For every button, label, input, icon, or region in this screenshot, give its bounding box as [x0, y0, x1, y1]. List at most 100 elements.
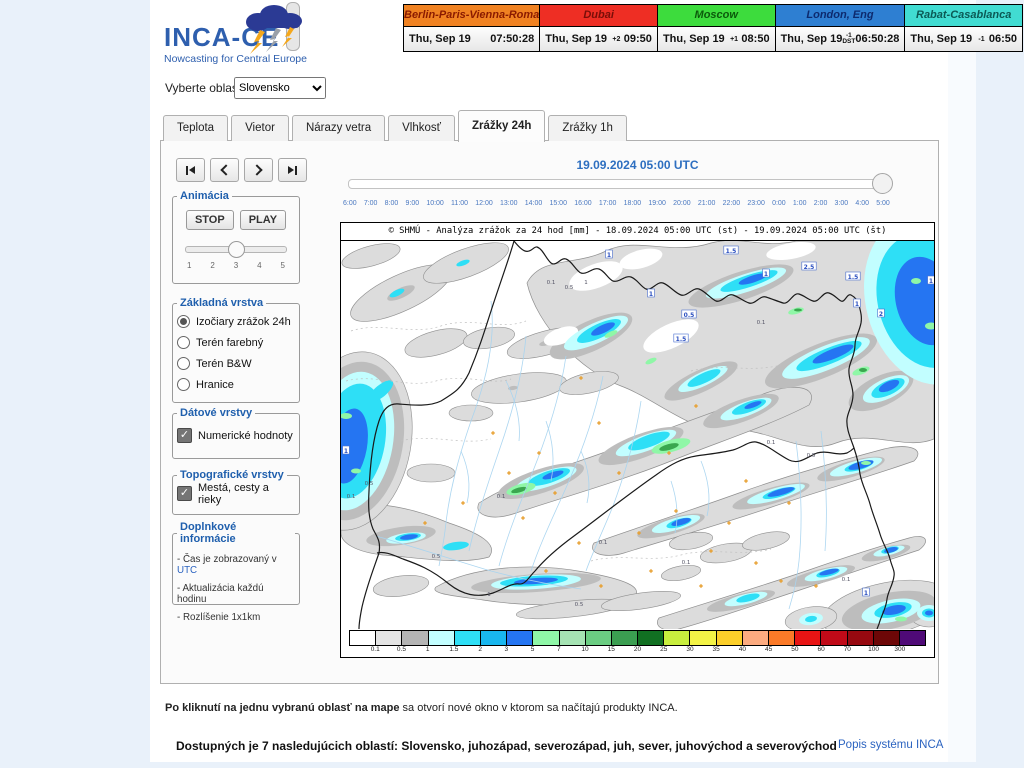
precipitation-map[interactable]: © SHMÚ - Analýza zrážok za 24 hod [mm] -… [340, 222, 935, 658]
colorbar-label: 70 [844, 646, 851, 653]
svg-text:0.5: 0.5 [575, 602, 584, 608]
timeline-tick: 16:00 [574, 200, 592, 207]
radio-button[interactable] [177, 357, 190, 370]
colorbar-cell [559, 631, 585, 645]
colorbar-label: 2 [478, 646, 482, 653]
colorbar-label: 0.5 [397, 646, 406, 653]
colorbar-label: 45 [765, 646, 772, 653]
tab-teplota[interactable]: Teplota [163, 115, 228, 141]
timeline-tick: 4:00 [855, 200, 869, 207]
colorbar-label: 30 [686, 646, 693, 653]
speed-tick: 2 [210, 261, 214, 270]
storm-cloud-icon [236, 2, 308, 56]
info-line-resolution: - Rozlíšenie 1x1km [177, 612, 295, 623]
timeline-slider-handle[interactable] [872, 173, 893, 194]
data-layers-fieldset: Dátové vrstvy ✓Numerické hodnoty [172, 407, 300, 459]
tab-zr-ky-1h[interactable]: Zrážky 1h [548, 115, 627, 141]
colorbar-cell [375, 631, 401, 645]
clock-city-name: London, Eng [776, 5, 905, 27]
info-legend: Doplnkové informácie [177, 521, 295, 545]
option-label: Mestá, cesty a rieky [198, 482, 295, 506]
clock-city-name: Berlin-Paris-Vienna-Roma [404, 5, 539, 27]
svg-text:0.5: 0.5 [365, 481, 374, 487]
colorbar-cell [873, 631, 899, 645]
last-frame-icon [288, 166, 294, 174]
colorbar-label: 60 [817, 646, 824, 653]
region-select[interactable]: Slovensko [234, 77, 326, 99]
radio-button[interactable] [177, 336, 190, 349]
radio-izo-iary-zr-ok-24h[interactable]: Izočiary zrážok 24h [177, 311, 295, 332]
timeline-tick: 5:00 [876, 200, 890, 207]
svg-text:0.1: 0.1 [547, 280, 556, 286]
colorbar-cell [899, 631, 925, 645]
svg-text:0.1: 0.1 [599, 540, 608, 546]
first-frame-button[interactable] [176, 158, 205, 182]
stop-button[interactable]: STOP [186, 210, 234, 230]
colorbar-cell [480, 631, 506, 645]
checkbox-mest-cesty-a-rieky[interactable]: ✓ Mestá, cesty a rieky [177, 483, 295, 504]
info-line-update: - Aktualizácia každú hodinu [177, 583, 295, 605]
colorbar-cell [689, 631, 715, 645]
radio-button[interactable] [177, 315, 190, 328]
colorbar-label: 100 [868, 646, 879, 653]
svg-text:0.1: 0.1 [682, 560, 691, 566]
colorbar-cell [350, 631, 375, 645]
speed-slider-track[interactable] [185, 246, 287, 253]
info-line-utc: - Čas je zobrazovaný v UTC [177, 554, 295, 576]
animation-fieldset: Animácia STOP PLAY 12345 [172, 190, 300, 284]
speed-slider-handle[interactable] [228, 241, 245, 258]
colorbar-label: 1.5 [449, 646, 458, 653]
colorbar-label: 300 [894, 646, 905, 653]
svg-text:1: 1 [929, 278, 933, 285]
tab-zr-ky-24h[interactable]: Zrážky 24h [458, 110, 545, 142]
tab-n-razy-vetra[interactable]: Nárazy vetra [292, 115, 385, 141]
play-button[interactable]: PLAY [240, 210, 286, 230]
svg-text:0.5: 0.5 [807, 453, 816, 459]
svg-text:0.1: 0.1 [757, 320, 766, 326]
svg-text:0.5: 0.5 [432, 554, 441, 560]
speed-tick: 3 [234, 261, 238, 270]
radio-hranice[interactable]: Hranice [177, 374, 295, 395]
system-description-link[interactable]: Popis systému INCA [838, 739, 943, 751]
timeline-slider-track[interactable] [348, 179, 888, 189]
timeline-tick: 22:00 [723, 200, 741, 207]
svg-text:1: 1 [649, 291, 653, 298]
checkbox-numerick-hodnoty[interactable]: ✓Numerické hodnoty [177, 425, 295, 446]
option-label: Terén B&W [196, 358, 252, 370]
colorbar-label: 0.1 [371, 646, 380, 653]
radio-ter-n-farebn-[interactable]: Terén farebný [177, 332, 295, 353]
map-title: © SHMÚ - Analýza zrážok za 24 hod [mm] -… [341, 223, 934, 241]
animation-legend: Animácia [177, 190, 232, 202]
clock-column: London, EngThu, Sep 19-1DST06:50:28 [775, 5, 905, 51]
timeline-tick: 9:00 [405, 200, 419, 207]
checkbox[interactable]: ✓ [177, 486, 192, 501]
timeline-tick: 12:00 [475, 200, 493, 207]
product-tabs: TeplotaVietorNárazy vetraVlhkosťZrážky 2… [163, 109, 630, 141]
timeline-tick: 15:00 [549, 200, 567, 207]
clock-column: DubaiThu, Sep 19+209:50 [539, 5, 657, 51]
frame-nav-buttons [176, 158, 307, 182]
last-frame-button[interactable] [278, 158, 307, 182]
precipitation-colorbar [349, 630, 926, 646]
topo-layers-fieldset: Topografické vrstvy ✓Mestá, cesty a riek… [172, 469, 300, 515]
colorbar-label: 35 [713, 646, 720, 653]
option-label: Hranice [196, 379, 234, 391]
next-frame-button[interactable] [244, 158, 273, 182]
svg-text:1: 1 [607, 252, 611, 259]
timeline-tick: 17:00 [599, 200, 617, 207]
previous-frame-button[interactable] [210, 158, 239, 182]
timeline-tick: 11:00 [451, 200, 468, 207]
timeline-tick: 3:00 [835, 200, 849, 207]
utc-link[interactable]: UTC [177, 565, 197, 576]
svg-text:1: 1 [584, 280, 588, 286]
clock-time-row: Thu, Sep 1907:50:28 [404, 27, 539, 51]
footer-hint: Po kliknutí na jednu vybranú oblasť na m… [165, 702, 678, 714]
tab-vlhkos-[interactable]: Vlhkosť [388, 115, 455, 141]
radio-ter-n-b-w[interactable]: Terén B&W [177, 353, 295, 374]
colorbar-cell [637, 631, 663, 645]
colorbar-label: 5 [531, 646, 535, 653]
tab-vietor[interactable]: Vietor [231, 115, 289, 141]
radio-button[interactable] [177, 378, 190, 391]
checkbox[interactable]: ✓ [177, 428, 192, 443]
clock-column: MoscowThu, Sep 19+108:50 [657, 5, 775, 51]
